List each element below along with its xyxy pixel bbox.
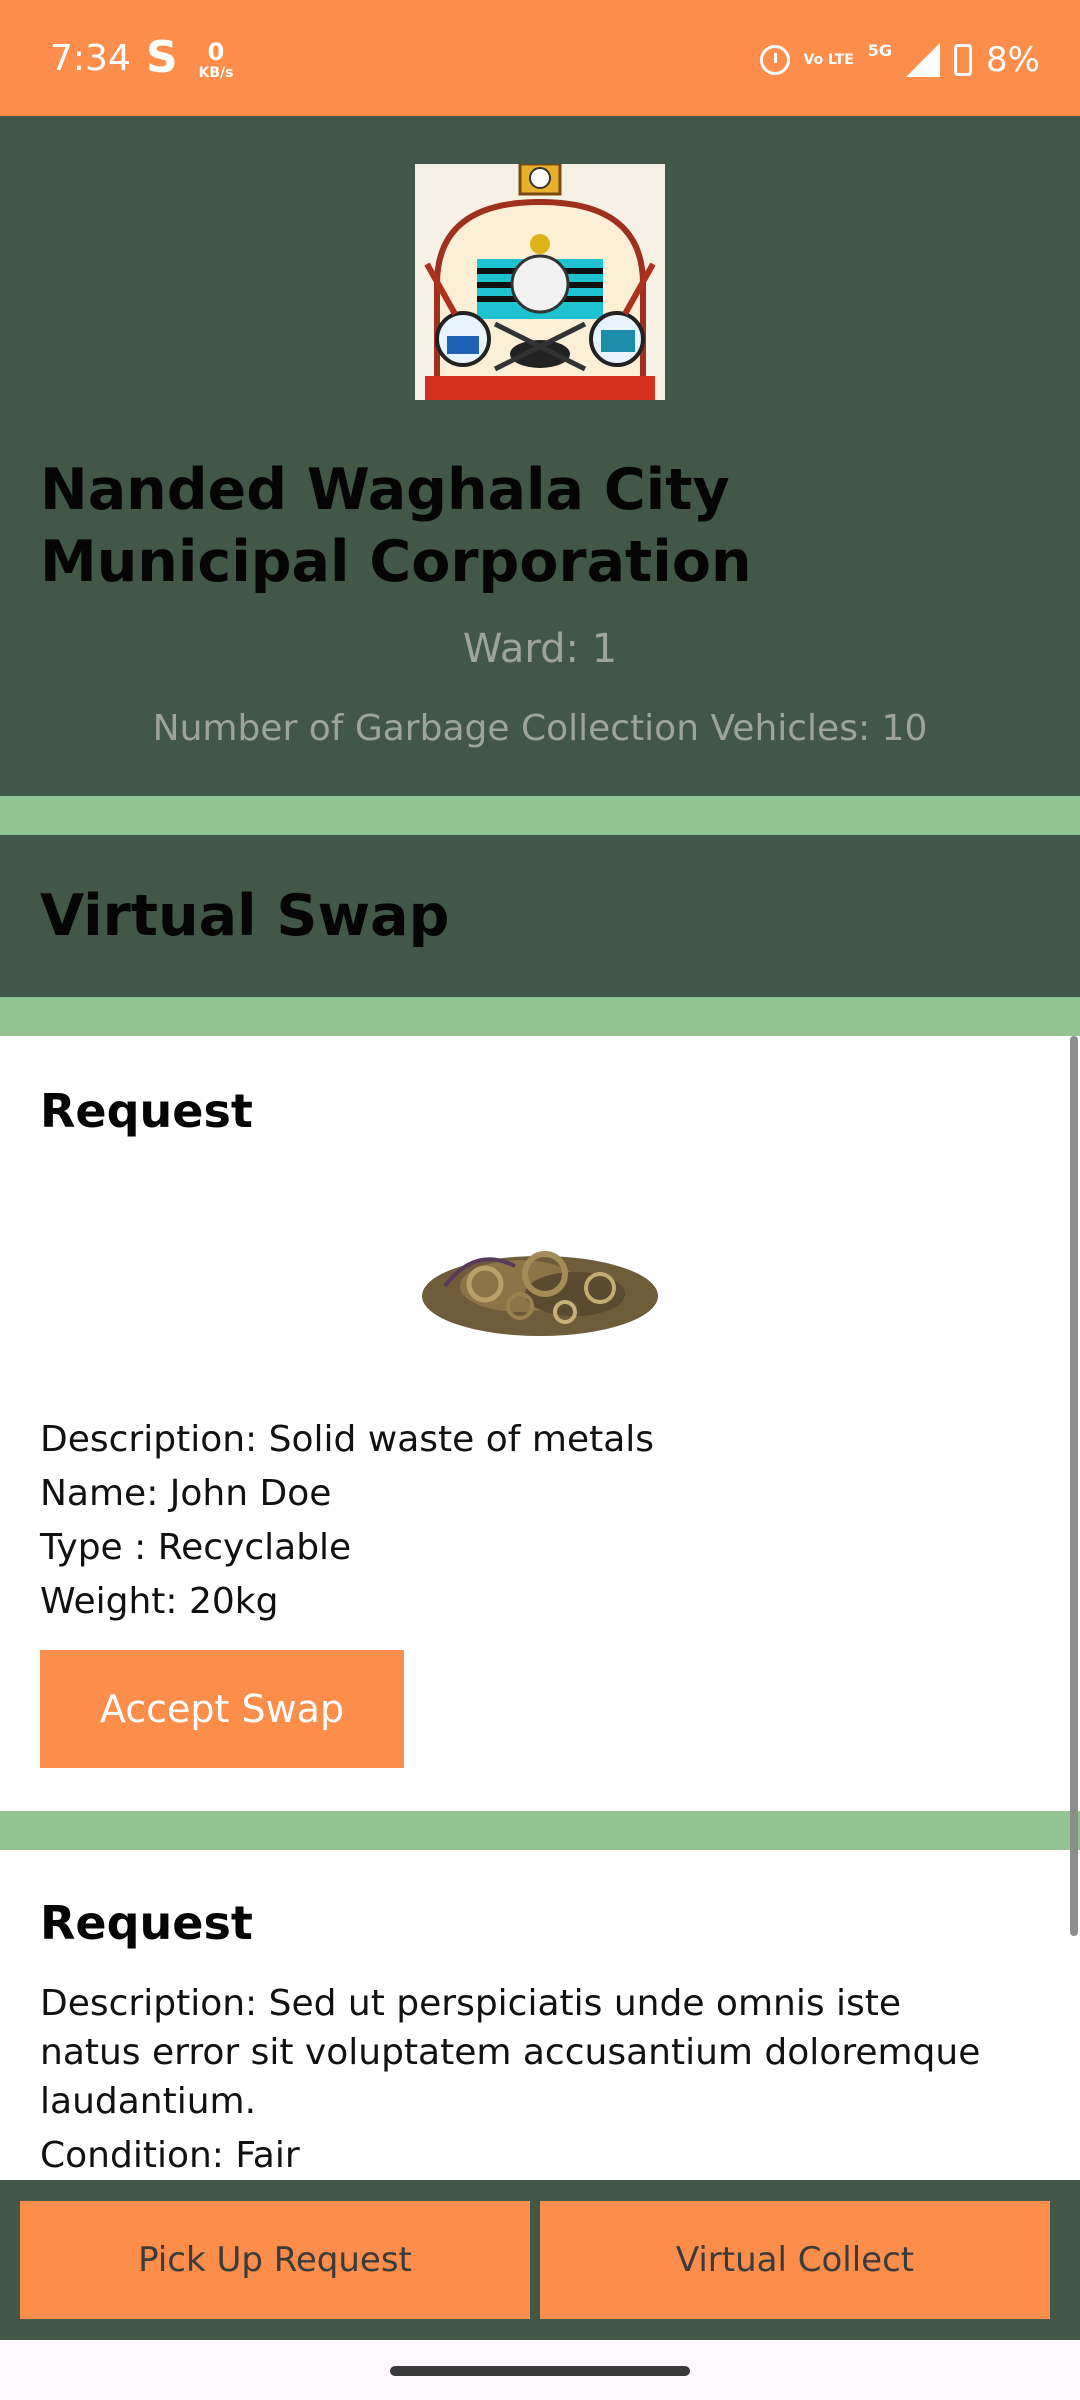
- section-divider: [0, 796, 1080, 835]
- home-indicator[interactable]: [390, 2366, 690, 2376]
- section-title: Virtual Swap: [40, 883, 450, 949]
- request-title: Request: [40, 1896, 253, 1950]
- battery-percent: 8%: [986, 40, 1040, 80]
- vehicle-count-label: Number of Garbage Collection Vehicles: 1…: [152, 708, 928, 749]
- alarm-icon: [759, 45, 790, 75]
- pick-up-request-button[interactable]: Pick Up Request: [20, 2201, 530, 2319]
- bottom-nav: Pick Up Request Virtual Collect: [0, 2180, 1080, 2340]
- status-icons: Vo LTE 5G 8%: [759, 40, 1040, 80]
- network-type: 5G: [867, 40, 893, 60]
- scrollbar[interactable]: [1070, 1036, 1078, 1936]
- request-description: Description: Solid waste of metals: [40, 1419, 655, 1460]
- page-title: Nanded Waghala City Municipal Corporatio…: [40, 457, 752, 595]
- accept-swap-button[interactable]: Accept Swap: [40, 1650, 404, 1768]
- request-title: Request: [40, 1084, 253, 1138]
- network-speed: 0 KB/s: [196, 40, 236, 80]
- section-divider: [0, 997, 1080, 1036]
- clock: 7:34: [50, 38, 131, 79]
- request-card: Request Description: Sed ut perspiciatis…: [0, 1850, 1080, 2180]
- app-notification-icon: S: [146, 32, 178, 83]
- network-speed-unit: KB/s: [198, 65, 234, 81]
- request-type: Type : Recyclable: [40, 1527, 352, 1568]
- network-speed-value: 0: [207, 38, 225, 66]
- request-card: Request Description: Solid waste of meta…: [0, 1036, 1080, 1811]
- request-weight: Weight: 20kg: [40, 1581, 279, 1622]
- request-description-line: natus error sit voluptatem accusantium d…: [40, 2032, 981, 2073]
- corporation-header: Nanded Waghala City Municipal Corporatio…: [0, 116, 1080, 796]
- battery-charging-icon: [954, 44, 973, 76]
- section-divider: [0, 1811, 1080, 1850]
- municipal-corporation-emblem: [415, 164, 665, 400]
- signal-icon: [906, 43, 941, 77]
- request-description-line: Description: Sed ut perspiciatis unde om…: [40, 1983, 902, 2024]
- scrap-metal-image: [415, 1226, 665, 1346]
- virtual-collect-button[interactable]: Virtual Collect: [540, 2201, 1050, 2319]
- request-name: Name: John Doe: [40, 1473, 332, 1514]
- status-bar: 7:34 S 0 KB/s Vo LTE 5G 8%: [0, 0, 1080, 116]
- volte-indicator: Vo LTE: [803, 52, 854, 68]
- request-description-line: laudantium.: [40, 2081, 257, 2122]
- virtual-swap-header: Virtual Swap: [0, 835, 1080, 997]
- ward-label: Ward: 1: [462, 626, 618, 672]
- request-condition: Condition: Fair: [40, 2135, 300, 2176]
- system-nav-area: [0, 2340, 1080, 2400]
